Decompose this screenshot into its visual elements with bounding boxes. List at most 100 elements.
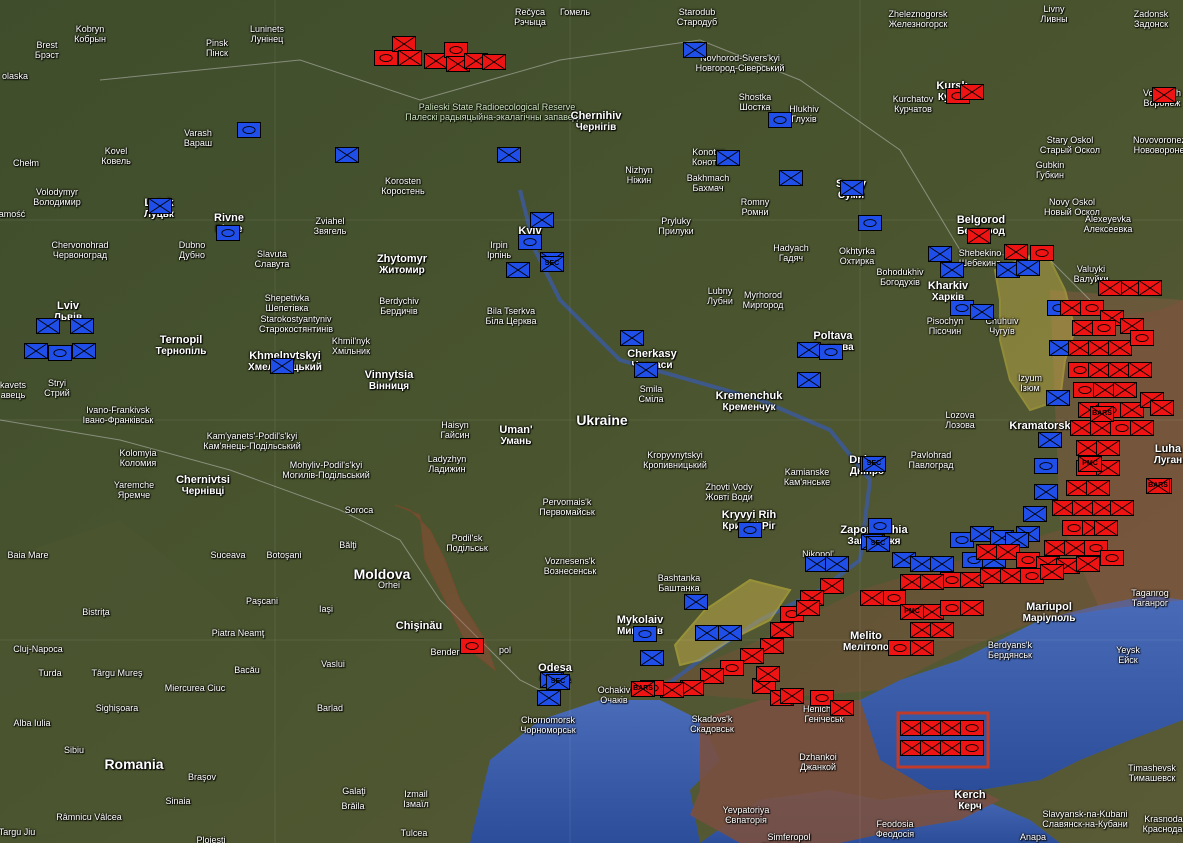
hostile-unit-marker[interactable] bbox=[770, 622, 794, 638]
hostile-unit-marker[interactable] bbox=[398, 50, 422, 66]
friendly-unit-marker[interactable] bbox=[216, 225, 240, 241]
sec-unit-zaporizhzhia[interactable]: SEC bbox=[866, 536, 890, 552]
friendly-unit-marker[interactable] bbox=[779, 170, 803, 186]
bars-unit-donbas[interactable]: BARS bbox=[1090, 406, 1114, 422]
hostile-unit-marker[interactable] bbox=[460, 638, 484, 654]
hostile-unit-marker[interactable] bbox=[860, 590, 884, 606]
infantry-cross-icon bbox=[393, 37, 415, 51]
friendly-unit-marker[interactable] bbox=[716, 150, 740, 166]
friendly-unit-marker[interactable] bbox=[797, 372, 821, 388]
hostile-unit-marker[interactable] bbox=[1130, 330, 1154, 346]
friendly-unit-marker[interactable] bbox=[684, 594, 708, 610]
hostile-unit-marker[interactable] bbox=[888, 640, 912, 656]
hostile-unit-marker[interactable] bbox=[1094, 520, 1118, 536]
hostile-unit-marker[interactable] bbox=[1110, 500, 1134, 516]
hostile-unit-marker[interactable] bbox=[960, 720, 984, 736]
hostile-unit-marker[interactable] bbox=[756, 666, 780, 682]
friendly-unit-marker[interactable] bbox=[518, 234, 542, 250]
friendly-unit-marker[interactable] bbox=[634, 362, 658, 378]
hostile-unit-marker[interactable] bbox=[1113, 382, 1137, 398]
friendly-unit-marker[interactable] bbox=[1016, 260, 1040, 276]
hostile-unit-marker[interactable] bbox=[1030, 245, 1054, 261]
friendly-unit-marker[interactable] bbox=[270, 358, 294, 374]
sec-unit-odesa[interactable]: SEC bbox=[546, 674, 570, 690]
friendly-unit-marker[interactable] bbox=[695, 625, 719, 641]
friendly-unit-marker[interactable] bbox=[36, 318, 60, 334]
friendly-unit-marker[interactable] bbox=[530, 212, 554, 228]
hostile-unit-marker[interactable] bbox=[796, 600, 820, 616]
friendly-unit-marker[interactable] bbox=[840, 180, 864, 196]
hostile-unit-marker[interactable] bbox=[960, 84, 984, 100]
friendly-unit-marker[interactable] bbox=[633, 626, 657, 642]
friendly-unit-marker[interactable] bbox=[718, 625, 742, 641]
friendly-unit-marker[interactable] bbox=[148, 198, 172, 214]
place-name-local: Гайсин bbox=[440, 430, 470, 440]
hostile-unit-marker[interactable] bbox=[1076, 556, 1100, 572]
friendly-unit-marker[interactable] bbox=[768, 112, 792, 128]
hostile-unit-marker[interactable] bbox=[1096, 440, 1120, 456]
friendly-unit-marker[interactable] bbox=[858, 215, 882, 231]
friendly-unit-marker[interactable] bbox=[497, 147, 521, 163]
friendly-unit-marker[interactable] bbox=[70, 318, 94, 334]
place-name-en: Chernivtsi bbox=[176, 474, 230, 486]
friendly-unit-marker[interactable] bbox=[825, 556, 849, 572]
friendly-unit-marker[interactable] bbox=[335, 147, 359, 163]
friendly-unit-marker[interactable] bbox=[72, 343, 96, 359]
hostile-unit-marker[interactable] bbox=[1128, 362, 1152, 378]
place-label-olaska: olaska bbox=[2, 71, 28, 81]
infantry-cross-icon bbox=[719, 626, 741, 640]
hostile-unit-marker[interactable] bbox=[1092, 320, 1116, 336]
hostile-unit-marker[interactable] bbox=[1152, 87, 1176, 103]
friendly-unit-marker[interactable] bbox=[48, 345, 72, 361]
friendly-unit-marker[interactable] bbox=[797, 342, 821, 358]
friendly-unit-marker[interactable] bbox=[1038, 432, 1062, 448]
place-label-zheleznogorsk: Zheleznogorsk Железногорск bbox=[888, 9, 947, 29]
friendly-unit-marker[interactable] bbox=[1034, 458, 1058, 474]
friendly-unit-marker[interactable] bbox=[868, 518, 892, 534]
bars-unit-kherson[interactable]: BARS bbox=[631, 681, 655, 697]
map-canvas[interactable]: Rečyca Рэчыца Гомель Starodub Стародуб Zhelez… bbox=[0, 0, 1183, 843]
friendly-unit-marker[interactable] bbox=[1023, 506, 1047, 522]
friendly-unit-marker[interactable] bbox=[940, 262, 964, 278]
friendly-unit-marker[interactable] bbox=[537, 690, 561, 706]
hostile-unit-marker[interactable] bbox=[960, 600, 984, 616]
friendly-unit-marker[interactable] bbox=[506, 262, 530, 278]
hostile-unit-marker[interactable] bbox=[967, 228, 991, 244]
friendly-unit-marker[interactable] bbox=[819, 344, 843, 360]
friendly-unit-marker[interactable] bbox=[1046, 390, 1070, 406]
friendly-unit-marker[interactable] bbox=[24, 343, 48, 359]
hostile-unit-marker[interactable] bbox=[930, 622, 954, 638]
hostile-unit-marker[interactable] bbox=[1040, 564, 1064, 580]
hostile-unit-marker[interactable] bbox=[1150, 400, 1174, 416]
pmc-unit-zaporizhzhia[interactable]: PMC bbox=[900, 604, 924, 620]
bars-unit-luhansk[interactable]: BARS bbox=[1146, 478, 1170, 494]
friendly-unit-marker[interactable] bbox=[930, 556, 954, 572]
hostile-unit-marker[interactable] bbox=[830, 700, 854, 716]
friendly-unit-marker[interactable] bbox=[928, 246, 952, 262]
pmc-unit-bakhmut[interactable]: PMC bbox=[1078, 456, 1102, 472]
hostile-unit-marker[interactable] bbox=[1108, 340, 1132, 356]
hostile-unit-marker[interactable] bbox=[920, 574, 944, 590]
friendly-unit-marker[interactable] bbox=[237, 122, 261, 138]
hostile-unit-marker[interactable] bbox=[780, 688, 804, 704]
hostile-unit-marker[interactable] bbox=[960, 740, 984, 756]
place-name-local: Кропивницький bbox=[643, 460, 707, 470]
hostile-unit-marker[interactable] bbox=[1138, 280, 1162, 296]
hostile-unit-marker[interactable] bbox=[1098, 280, 1122, 296]
sec-unit-dnipro[interactable]: SEC bbox=[862, 456, 886, 472]
hostile-unit-marker[interactable] bbox=[1004, 244, 1028, 260]
hostile-unit-marker[interactable] bbox=[482, 54, 506, 70]
friendly-unit-marker[interactable] bbox=[683, 42, 707, 58]
friendly-unit-marker[interactable] bbox=[620, 330, 644, 346]
friendly-unit-marker[interactable] bbox=[1034, 484, 1058, 500]
friendly-unit-marker[interactable] bbox=[640, 650, 664, 666]
hostile-unit-marker[interactable] bbox=[374, 50, 398, 66]
friendly-unit-marker[interactable] bbox=[970, 304, 994, 320]
place-name-en: Podil'sk bbox=[451, 533, 483, 543]
hostile-unit-marker[interactable] bbox=[910, 640, 934, 656]
sec-unit-kyiv[interactable]: SEC bbox=[540, 256, 564, 272]
hostile-unit-marker[interactable] bbox=[1130, 420, 1154, 436]
hostile-unit-marker[interactable] bbox=[1086, 480, 1110, 496]
hostile-unit-marker[interactable] bbox=[1100, 550, 1124, 566]
friendly-unit-marker[interactable] bbox=[738, 522, 762, 538]
